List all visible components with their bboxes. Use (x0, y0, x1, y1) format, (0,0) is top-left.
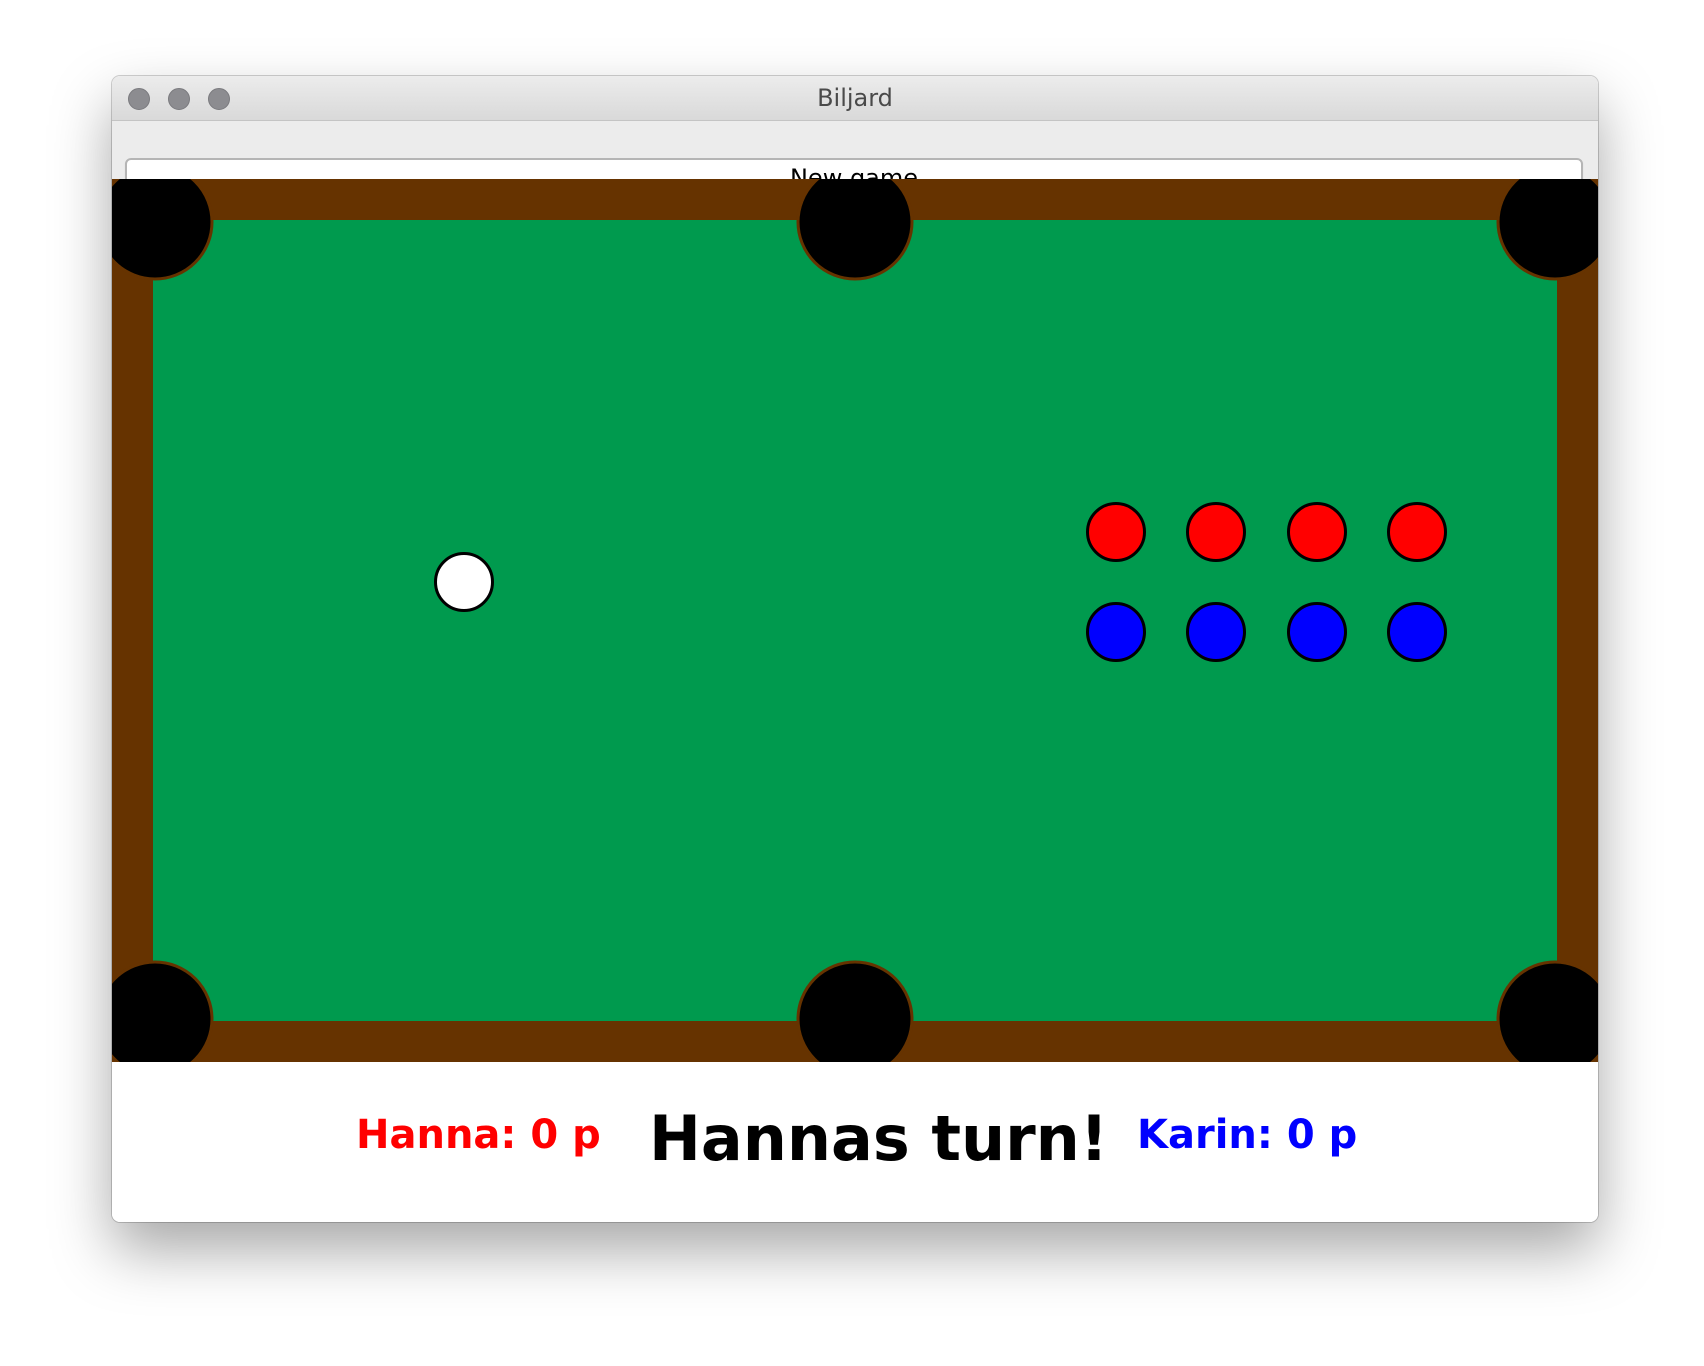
game-window: Biljard New game Hanna: 0 p Hannas turn!… (112, 76, 1598, 1222)
red-ball[interactable] (1387, 502, 1447, 562)
turn-indicator: Hannas turn! (649, 1102, 1109, 1175)
blue-ball[interactable] (1186, 602, 1246, 662)
blue-ball[interactable] (1086, 602, 1146, 662)
window-title: Biljard (817, 84, 893, 112)
scoreboard: Hanna: 0 p Hannas turn! Karin: 0 p (112, 1062, 1598, 1222)
pocket-top-middle (796, 179, 914, 281)
blue-ball[interactable] (1387, 602, 1447, 662)
red-ball[interactable] (1086, 502, 1146, 562)
red-ball[interactable] (1287, 502, 1347, 562)
player1-score: Hanna: 0 p (356, 1112, 601, 1158)
cue-ball[interactable] (434, 552, 494, 612)
billiard-table[interactable] (112, 179, 1598, 1062)
red-ball[interactable] (1186, 502, 1246, 562)
pocket-bottom-middle (796, 960, 914, 1062)
title-bar[interactable]: Biljard (112, 76, 1598, 121)
blue-ball[interactable] (1287, 602, 1347, 662)
table-felt (153, 220, 1557, 1021)
player2-score: Karin: 0 p (1137, 1112, 1358, 1158)
